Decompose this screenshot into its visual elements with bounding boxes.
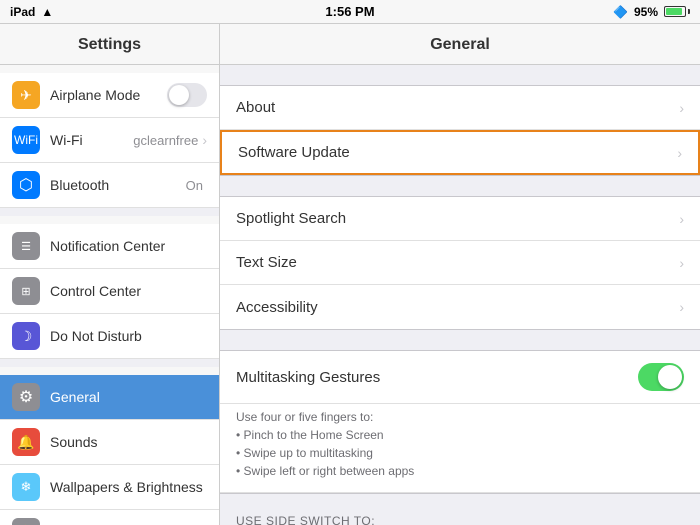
sounds-icon: 🔔: [12, 428, 40, 456]
content-section-multitasking: Multitasking Gestures Use four or five f…: [220, 350, 700, 494]
airplane-mode-toggle[interactable]: [167, 83, 207, 107]
about-label: About: [236, 99, 679, 116]
sidebar-item-wallpapers[interactable]: ❄ Wallpapers & Brightness: [0, 465, 219, 510]
control-center-label: Control Center: [50, 283, 207, 299]
sidebar-group-3: ⚙ General 🔔 Sounds ❄ Wallpapers & Bright…: [0, 367, 219, 525]
airplane-mode-label: Airplane Mode: [50, 87, 167, 103]
notification-center-icon: ☰: [12, 232, 40, 260]
content-group-top: About › Software Update ›: [220, 85, 700, 176]
sidebar-group-2: ☰ Notification Center ⊞ Control Center ☽…: [0, 216, 219, 359]
do-not-disturb-label: Do Not Disturb: [50, 328, 207, 344]
sidebar: Settings ✈ Airplane Mode WiFi Wi-Fi gcle…: [0, 24, 220, 525]
software-update-chevron-icon: ›: [677, 145, 682, 161]
content-section-side-switch: USE SIDE SWITCH TO: Lock Rotation Mute ✓…: [220, 504, 700, 525]
sidebar-item-privacy[interactable]: ✋ Privacy: [0, 510, 219, 525]
control-center-icon: ⊞: [12, 277, 40, 305]
wallpapers-label: Wallpapers & Brightness: [50, 479, 207, 495]
battery-icon: [664, 6, 690, 17]
bluetooth-sidebar-icon: ⬡: [12, 171, 40, 199]
content-row-text-size[interactable]: Text Size ›: [220, 241, 700, 285]
wifi-chevron-icon: ›: [202, 132, 207, 148]
notification-center-label: Notification Center: [50, 238, 207, 254]
software-update-label: Software Update: [238, 144, 677, 161]
ipad-label: iPad: [10, 5, 35, 19]
text-size-label: Text Size: [236, 254, 679, 271]
wifi-value: gclearnfree: [133, 133, 198, 148]
about-chevron-icon: ›: [679, 100, 684, 116]
content-row-software-update[interactable]: Software Update ›: [220, 130, 700, 175]
sidebar-item-sounds[interactable]: 🔔 Sounds: [0, 420, 219, 465]
side-switch-header: USE SIDE SWITCH TO:: [220, 504, 700, 525]
main-layout: Settings ✈ Airplane Mode WiFi Wi-Fi gcle…: [0, 24, 700, 525]
content-section-top: About › Software Update ›: [220, 85, 700, 176]
accessibility-label: Accessibility: [236, 299, 679, 316]
airplane-mode-icon: ✈: [12, 81, 40, 109]
sidebar-title: Settings: [0, 24, 219, 65]
sidebar-group-1: ✈ Airplane Mode WiFi Wi-Fi gclearnfree ›…: [0, 65, 219, 208]
content-row-accessibility[interactable]: Accessibility ›: [220, 285, 700, 329]
status-time: 1:56 PM: [325, 4, 374, 19]
status-bar: iPad ▲ 1:56 PM 🔷 95%: [0, 0, 700, 24]
do-not-disturb-icon: ☽: [12, 322, 40, 350]
bluetooth-label: Bluetooth: [50, 177, 186, 193]
sidebar-item-airplane-mode[interactable]: ✈ Airplane Mode: [0, 73, 219, 118]
sidebar-item-wifi[interactable]: WiFi Wi-Fi gclearnfree ›: [0, 118, 219, 163]
spotlight-chevron-icon: ›: [679, 211, 684, 227]
sidebar-item-do-not-disturb[interactable]: ☽ Do Not Disturb: [0, 314, 219, 359]
sidebar-item-general[interactable]: ⚙ General: [0, 375, 219, 420]
content-area: General About › Software Update › Spotli…: [220, 24, 700, 525]
battery-percent: 95%: [634, 5, 658, 19]
general-icon: ⚙: [12, 383, 40, 411]
wifi-label: Wi-Fi: [50, 132, 133, 148]
content-row-spotlight[interactable]: Spotlight Search ›: [220, 197, 700, 241]
text-size-chevron-icon: ›: [679, 255, 684, 271]
general-label: General: [50, 389, 207, 405]
multitasking-row[interactable]: Multitasking Gestures: [220, 351, 700, 404]
sounds-label: Sounds: [50, 434, 207, 450]
multitasking-toggle[interactable]: [638, 363, 684, 391]
bluetooth-icon: 🔷: [613, 5, 628, 19]
content-group-display: Spotlight Search › Text Size › Accessibi…: [220, 196, 700, 330]
sidebar-item-bluetooth[interactable]: ⬡ Bluetooth On: [0, 163, 219, 208]
multitasking-label: Multitasking Gestures: [236, 369, 638, 386]
content-group-multitasking: Multitasking Gestures Use four or five f…: [220, 350, 700, 494]
status-right: 🔷 95%: [613, 5, 690, 19]
bluetooth-value: On: [186, 178, 203, 193]
multitasking-description: Use four or five fingers to: • Pinch to …: [220, 404, 700, 493]
accessibility-chevron-icon: ›: [679, 299, 684, 315]
sidebar-item-notification-center[interactable]: ☰ Notification Center: [0, 224, 219, 269]
wallpapers-icon: ❄: [12, 473, 40, 501]
wifi-icon: ▲: [41, 5, 53, 19]
wifi-sidebar-icon: WiFi: [12, 126, 40, 154]
spotlight-label: Spotlight Search: [236, 210, 679, 227]
status-left: iPad ▲: [10, 5, 53, 19]
sidebar-item-control-center[interactable]: ⊞ Control Center: [0, 269, 219, 314]
content-title: General: [220, 24, 700, 65]
content-row-about[interactable]: About ›: [220, 86, 700, 130]
privacy-icon: ✋: [12, 518, 40, 525]
content-section-display: Spotlight Search › Text Size › Accessibi…: [220, 196, 700, 330]
